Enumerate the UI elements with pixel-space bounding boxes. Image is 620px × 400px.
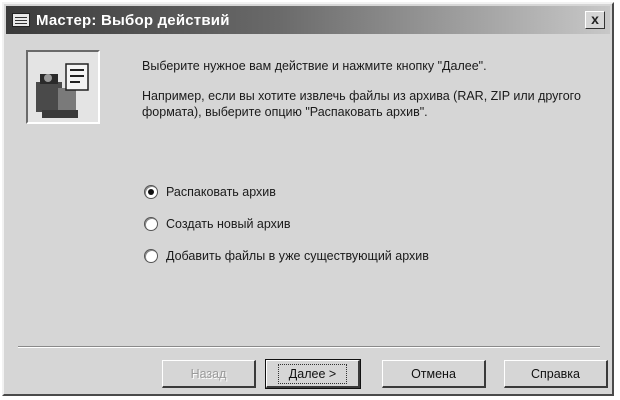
next-button[interactable]: Далее > xyxy=(265,359,361,389)
example-text: Например, если вы хотите извлечь файлы и… xyxy=(142,89,581,119)
button-separator xyxy=(18,346,600,348)
option-label: Добавить файлы в уже существующий архив xyxy=(166,249,429,263)
option-extract-archive[interactable]: Распаковать архив xyxy=(144,182,429,202)
next-button-label: Далее > xyxy=(277,363,348,384)
cancel-button[interactable]: Отмена xyxy=(382,360,486,388)
instruction-text: Выберите нужное вам действие и нажмите к… xyxy=(142,59,487,73)
close-button[interactable]: x xyxy=(585,11,605,29)
archive-wizard-icon xyxy=(12,13,30,27)
back-button[interactable]: Назад xyxy=(162,360,256,388)
radio-extract-archive[interactable] xyxy=(144,185,158,199)
wizard-illustration-icon xyxy=(26,50,100,124)
option-label: Распаковать архив xyxy=(166,185,276,199)
radio-add-to-archive[interactable] xyxy=(144,249,158,263)
wizard-dialog: Мастер: Выбор действий x Выберите нужное… xyxy=(2,2,614,396)
option-add-to-archive[interactable]: Добавить файлы в уже существующий архив xyxy=(144,246,429,266)
close-icon: x xyxy=(591,11,599,27)
title-bar[interactable]: Мастер: Выбор действий x xyxy=(6,6,610,34)
help-button[interactable]: Справка xyxy=(504,360,608,388)
window-title: Мастер: Выбор действий xyxy=(36,11,230,29)
option-label: Создать новый архив xyxy=(166,217,291,231)
action-options: Распаковать архив Создать новый архив До… xyxy=(144,182,429,278)
instructions: Выберите нужное вам действие и нажмите к… xyxy=(142,58,602,134)
option-create-archive[interactable]: Создать новый архив xyxy=(144,214,429,234)
radio-create-archive[interactable] xyxy=(144,217,158,231)
